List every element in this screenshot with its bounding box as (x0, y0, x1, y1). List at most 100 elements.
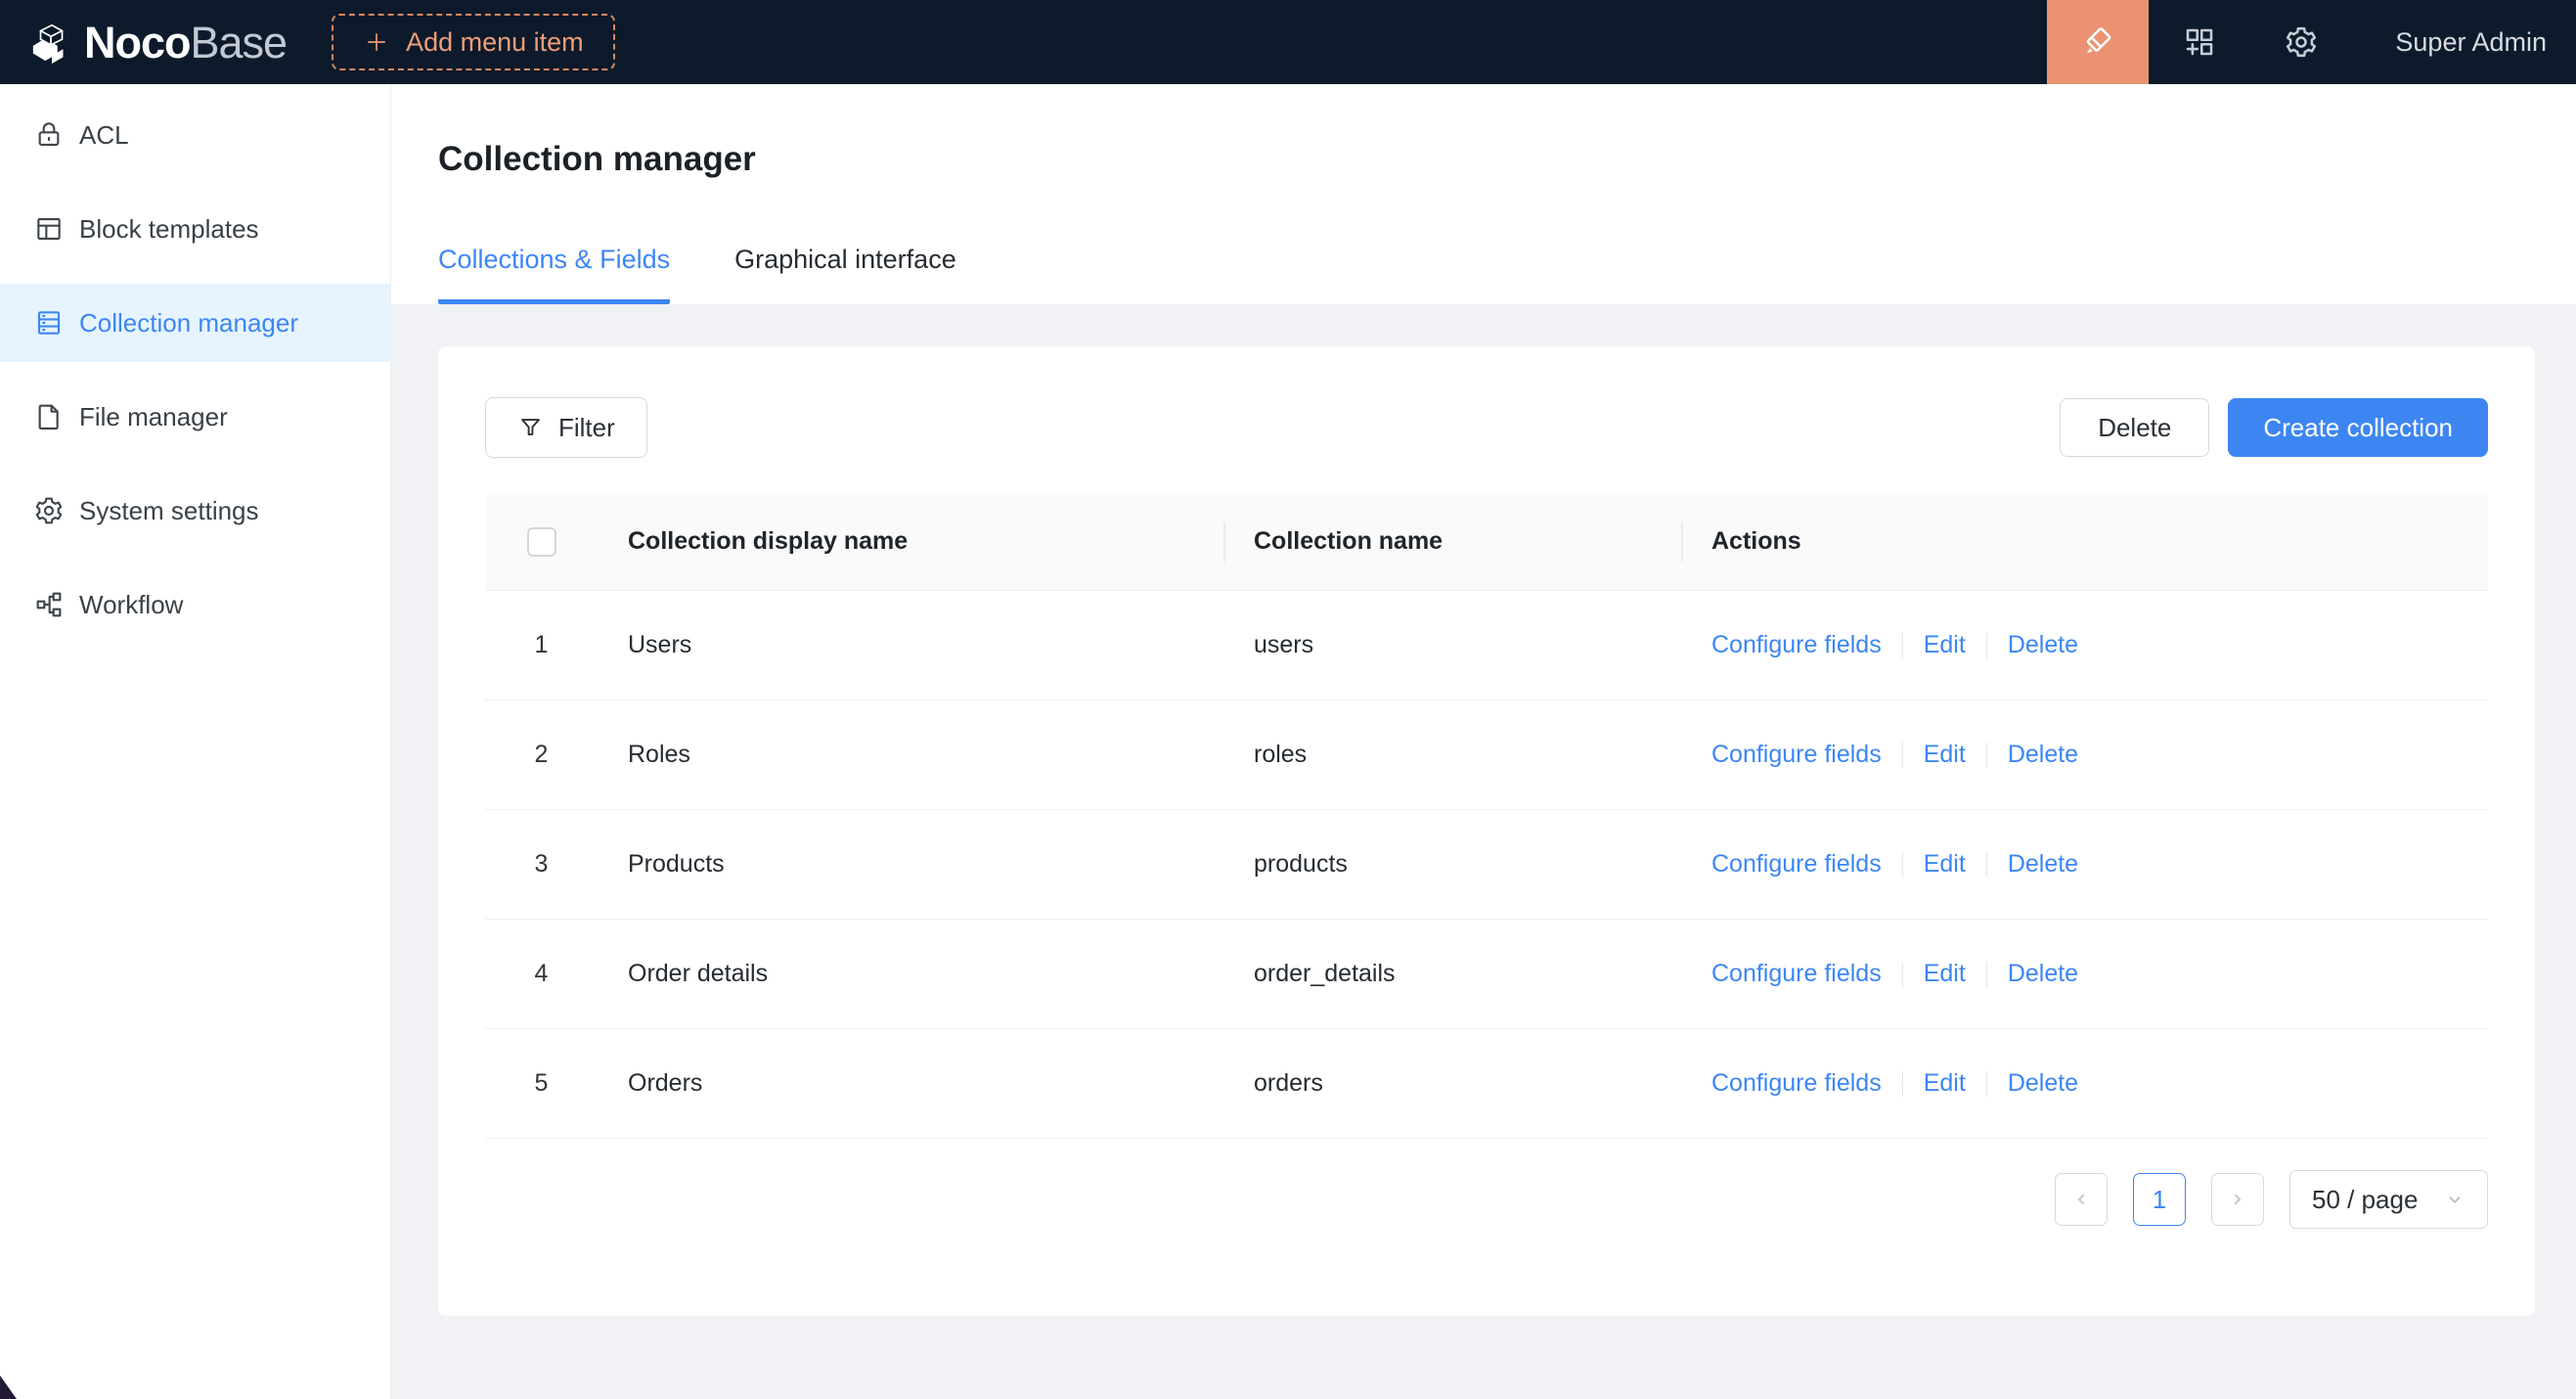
delete-link[interactable]: Delete (2008, 631, 2078, 659)
row-index: 3 (485, 850, 598, 879)
cell-actions: Configure fields Edit Delete (1681, 1069, 2488, 1098)
action-divider (1986, 962, 1987, 987)
cell-actions: Configure fields Edit Delete (1681, 960, 2488, 988)
configure-fields-link[interactable]: Configure fields (1711, 631, 1882, 659)
edit-link[interactable]: Edit (1924, 960, 1966, 988)
brand-name: NocoBase (84, 21, 287, 65)
ui-editor-button[interactable] (2047, 0, 2149, 84)
add-menu-item-button[interactable]: Add menu item (332, 14, 615, 70)
card-toolbar: Filter Delete Create collection (485, 397, 2488, 458)
settings-button[interactable] (2250, 0, 2352, 84)
user-menu[interactable]: Super Admin (2395, 27, 2547, 58)
brand-name-light: Base (191, 18, 288, 68)
sidebar-item-block-templates[interactable]: Block templates (0, 190, 390, 268)
configure-fields-link[interactable]: Configure fields (1711, 850, 1882, 879)
sidebar-item-label: System settings (79, 496, 259, 526)
configure-fields-link[interactable]: Configure fields (1711, 1069, 1882, 1098)
add-menu-item-label: Add menu item (406, 27, 584, 58)
cell-display-name: Roles (598, 741, 1223, 769)
create-collection-button[interactable]: Create collection (2228, 398, 2488, 457)
topbar-right: Super Admin (2047, 0, 2576, 84)
filter-button[interactable]: Filter (485, 397, 647, 458)
column-header-collection-name: Collection name (1223, 527, 1681, 556)
chevron-down-icon (2444, 1189, 2465, 1210)
pagination: 1 50 / page (485, 1170, 2488, 1229)
table-row: 1 Users users Configure fields Edit Dele… (485, 591, 2488, 700)
table-row: 4 Order details order_details Configure … (485, 920, 2488, 1029)
cell-actions: Configure fields Edit Delete (1681, 631, 2488, 659)
sidebar-item-file-manager[interactable]: File manager (0, 378, 390, 456)
brand-logo[interactable]: NocoBase (29, 20, 287, 65)
select-all-checkbox[interactable] (527, 527, 556, 557)
table-row: 3 Products products Configure fields Edi… (485, 810, 2488, 920)
table-row: 5 Orders orders Configure fields Edit De… (485, 1029, 2488, 1139)
page-header: Collection manager Collections & Fields … (391, 84, 2576, 305)
gear-icon (2284, 24, 2319, 60)
sidebar-item-label: Collection manager (79, 308, 298, 338)
plugins-button[interactable] (2149, 0, 2250, 84)
sidebar-item-acl[interactable]: ACL (0, 96, 390, 174)
action-divider (1986, 633, 1987, 658)
action-divider (1902, 962, 1903, 987)
sidebar-item-label: Workflow (79, 590, 183, 620)
row-index: 5 (485, 1069, 598, 1098)
plus-icon (363, 28, 390, 56)
appstore-add-icon (2182, 24, 2217, 60)
highlighter-icon (2080, 24, 2115, 60)
delete-link[interactable]: Delete (2008, 741, 2078, 769)
page-size-select[interactable]: 50 / page (2289, 1170, 2488, 1229)
sidebar-item-workflow[interactable]: Workflow (0, 565, 390, 644)
next-page-button[interactable] (2211, 1173, 2264, 1226)
delete-link[interactable]: Delete (2008, 960, 2078, 988)
row-index: 4 (485, 960, 598, 988)
brand-name-bold: Noco (84, 18, 191, 68)
sidebar-item-label: Block templates (79, 214, 259, 245)
column-header-display-name: Collection display name (598, 527, 1223, 556)
chevron-right-icon (2228, 1190, 2247, 1209)
sidebar: ACL Block templates Collection manager (0, 84, 391, 1399)
action-divider (1986, 852, 1987, 878)
sidebar-item-collection-manager[interactable]: Collection manager (0, 284, 390, 362)
content-area: Filter Delete Create collection Collecti… (391, 305, 2576, 1399)
configure-fields-link[interactable]: Configure fields (1711, 741, 1882, 769)
delete-button[interactable]: Delete (2060, 398, 2209, 457)
toolbar-right: Delete Create collection (2060, 398, 2488, 457)
cell-actions: Configure fields Edit Delete (1681, 850, 2488, 879)
action-divider (1902, 743, 1903, 768)
topbar: NocoBase Add menu item (0, 0, 2576, 84)
edit-link[interactable]: Edit (1924, 741, 1966, 769)
prev-page-button[interactable] (2055, 1173, 2108, 1226)
row-index: 2 (485, 741, 598, 769)
main-area: Collection manager Collections & Fields … (391, 84, 2576, 1399)
cell-display-name: Users (598, 631, 1223, 659)
cell-display-name: Orders (598, 1069, 1223, 1098)
tab-bar: Collections & Fields Graphical interface (438, 243, 2576, 304)
sidebar-item-label: File manager (79, 402, 228, 432)
sidebar-item-system-settings[interactable]: System settings (0, 472, 390, 550)
configure-fields-link[interactable]: Configure fields (1711, 960, 1882, 988)
edit-link[interactable]: Edit (1924, 850, 1966, 879)
cell-collection-name: order_details (1223, 960, 1681, 988)
tab-graphical-interface[interactable]: Graphical interface (734, 243, 956, 304)
page-title: Collection manager (438, 139, 2576, 180)
delete-link[interactable]: Delete (2008, 1069, 2078, 1098)
delete-link[interactable]: Delete (2008, 850, 2078, 879)
action-divider (1902, 1071, 1903, 1097)
chevron-left-icon (2071, 1190, 2091, 1209)
table-header: Collection display name Collection name … (485, 493, 2488, 591)
database-icon (33, 307, 65, 338)
page-size-label: 50 / page (2312, 1185, 2418, 1215)
lock-icon (33, 119, 65, 151)
layout-icon (33, 213, 65, 245)
column-header-actions: Actions (1681, 527, 2488, 556)
collections-card: Filter Delete Create collection Collecti… (438, 346, 2535, 1316)
page-number-button[interactable]: 1 (2133, 1173, 2186, 1226)
app-body: ACL Block templates Collection manager (0, 84, 2576, 1399)
edit-link[interactable]: Edit (1924, 631, 1966, 659)
edit-link[interactable]: Edit (1924, 1069, 1966, 1098)
file-icon (33, 401, 65, 432)
tab-collections-fields[interactable]: Collections & Fields (438, 243, 670, 304)
funnel-icon (517, 415, 544, 441)
nocobase-cube-icon (29, 20, 74, 65)
cell-collection-name: orders (1223, 1069, 1681, 1098)
